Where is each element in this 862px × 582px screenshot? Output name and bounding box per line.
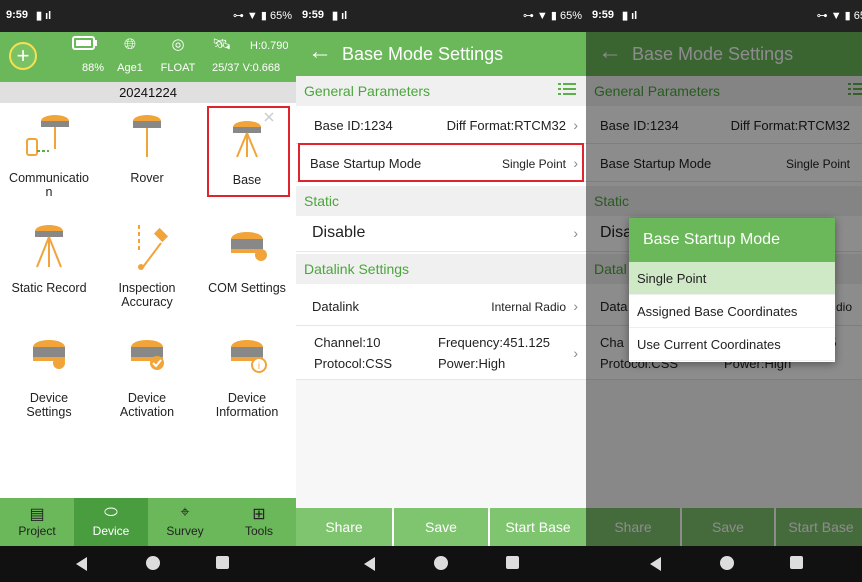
status-bar: 9:59 ▮ ıl ⊶ ▼ ▮ 65% xyxy=(296,0,586,32)
section-static: Static xyxy=(296,186,586,216)
device-icon: ⬭ xyxy=(104,504,118,521)
communication-icon xyxy=(0,111,98,163)
inspection-accuracy-button[interactable]: Inspection Accuracy xyxy=(98,221,196,309)
system-nav-bar xyxy=(0,546,296,582)
static-record-icon xyxy=(0,221,98,273)
back-nav-button[interactable] xyxy=(76,556,92,572)
home-icon xyxy=(146,556,160,570)
base-id-row[interactable]: Base ID:1234 Diff Format:RTCM32 › xyxy=(296,106,586,144)
device-information-button[interactable]: i Device Information xyxy=(198,331,296,419)
fix-status: ◎ FLOAT xyxy=(156,36,200,74)
home-nav-button[interactable] xyxy=(720,556,736,572)
startup-mode-dialog-screen: 9:59 ▮ ıl ⊶ ▼ ▮ 65 ← Base Mode Settings … xyxy=(586,0,862,582)
tab-device[interactable]: ⬭ Device xyxy=(74,498,148,546)
globe-icon: 🌐︎ xyxy=(123,36,136,53)
home-icon xyxy=(720,556,734,570)
target-icon: ◎ xyxy=(171,36,185,53)
share-button[interactable]: Share xyxy=(296,508,392,546)
date-bar: 20241224 xyxy=(0,82,296,103)
tools-icon: ⊞ xyxy=(252,506,266,523)
add-icon[interactable]: + xyxy=(9,42,37,70)
device-settings-icon xyxy=(0,331,98,383)
system-nav-bar xyxy=(296,546,586,582)
project-icon: ▤ xyxy=(29,506,45,523)
static-record-button[interactable]: Static Record xyxy=(0,221,98,295)
gnss-status-header: + 88% 🌐︎ Age1 ◎ FLOAT 🛰︎ H:0.790 25/37 V… xyxy=(0,32,296,82)
radio-params-row[interactable]: Channel:10 Protocol:CSS Frequency:451.12… xyxy=(296,326,586,380)
chevron-right-icon: › xyxy=(573,345,578,361)
back-nav-button[interactable] xyxy=(364,556,380,572)
header: ← Base Mode Settings xyxy=(296,32,586,76)
signal-icon: ▮ ıl xyxy=(622,10,638,22)
tab-survey[interactable]: ⌖ Survey xyxy=(148,498,222,546)
section-datalink-settings: Datalink Settings xyxy=(296,254,586,284)
startup-mode-dialog: Base Startup Mode Single Point Assigned … xyxy=(629,218,835,362)
back-icon xyxy=(650,557,661,571)
startup-mode-highlight xyxy=(298,143,584,182)
bottom-tab-bar: ▤ Project ⬭ Device ⌖ Survey ⊞ Tools xyxy=(0,498,296,546)
com-settings-icon xyxy=(198,221,296,273)
base-mode-settings-screen: 9:59 ▮ ıl ⊶ ▼ ▮ 65% ← Base Mode Settings… xyxy=(296,0,586,582)
device-activation-icon xyxy=(98,331,196,383)
inspection-accuracy-icon xyxy=(98,221,196,273)
status-right: ⊶ ▼ ▮ 65% xyxy=(232,10,292,22)
chevron-right-icon: › xyxy=(573,298,578,314)
status-bar: 9:59 ▮ ıl ⊶ ▼ ▮ 65% xyxy=(0,0,296,32)
satellite-precision: 🛰︎ H:0.790 25/37 V:0.668 xyxy=(212,36,289,74)
tab-tools[interactable]: ⊞ Tools xyxy=(222,498,296,546)
recents-icon xyxy=(506,556,519,569)
save-button[interactable]: Save xyxy=(394,508,488,546)
base-highlight xyxy=(207,106,290,197)
device-activation-button[interactable]: Device Activation xyxy=(98,331,196,419)
chevron-right-icon: › xyxy=(573,225,578,241)
home-icon xyxy=(434,556,448,570)
option-assigned-base-coordinates[interactable]: Assigned Base Coordinates xyxy=(629,295,835,328)
action-bar: Share Save Start Base xyxy=(296,508,586,546)
rover-button[interactable]: Rover xyxy=(98,111,196,185)
com-settings-button[interactable]: COM Settings xyxy=(198,221,296,295)
option-single-point[interactable]: Single Point xyxy=(629,262,835,295)
start-base-button[interactable]: Start Base xyxy=(490,508,586,546)
rover-icon xyxy=(98,111,196,163)
recents-nav-button[interactable] xyxy=(216,556,232,572)
device-settings-button[interactable]: Device Settings xyxy=(0,331,98,419)
home-nav-button[interactable] xyxy=(146,556,162,572)
tab-project[interactable]: ▤ Project xyxy=(0,498,74,546)
signal-icon: ▮ ıl xyxy=(36,10,52,22)
status-bar: 9:59 ▮ ıl ⊶ ▼ ▮ 65 xyxy=(586,0,862,32)
svg-text:i: i xyxy=(258,361,260,372)
section-general-parameters: General Parameters xyxy=(296,76,586,106)
data-age: 🌐︎ Age1 xyxy=(112,36,148,74)
recents-icon xyxy=(790,556,803,569)
device-screen: 9:59 ▮ ıl ⊶ ▼ ▮ 65% + 88% 🌐︎ Age1 ◎ FLOA… xyxy=(0,0,296,582)
static-row[interactable]: Disable › xyxy=(296,216,586,252)
communication-button[interactable]: Communicatio n xyxy=(0,111,98,199)
system-nav-bar xyxy=(586,546,862,582)
survey-icon: ⌖ xyxy=(180,504,190,521)
receiver-battery: 88% xyxy=(60,36,110,74)
page-title: Base Mode Settings xyxy=(342,44,504,64)
home-nav-button[interactable] xyxy=(434,556,450,572)
satellite-icon: 🛰︎ xyxy=(212,36,232,53)
status-time: 9:59 xyxy=(6,9,29,21)
back-nav-button[interactable] xyxy=(650,556,666,572)
option-use-current-coordinates[interactable]: Use Current Coordinates xyxy=(629,328,835,361)
battery-level: 65% xyxy=(269,10,292,22)
datalink-row[interactable]: Datalink Internal Radio › xyxy=(296,286,586,326)
device-information-icon: i xyxy=(198,331,296,383)
chevron-right-icon: › xyxy=(573,117,578,133)
dialog-title: Base Startup Mode xyxy=(629,218,835,262)
signal-icon: ▮ ıl xyxy=(332,10,348,22)
battery-icon xyxy=(60,36,110,54)
back-arrow-icon[interactable]: ← xyxy=(308,40,332,64)
back-icon xyxy=(364,557,375,571)
recents-nav-button[interactable] xyxy=(790,556,806,572)
recents-nav-button[interactable] xyxy=(506,556,522,572)
back-icon xyxy=(76,557,87,571)
list-icon[interactable] xyxy=(558,82,576,96)
recents-icon xyxy=(216,556,229,569)
